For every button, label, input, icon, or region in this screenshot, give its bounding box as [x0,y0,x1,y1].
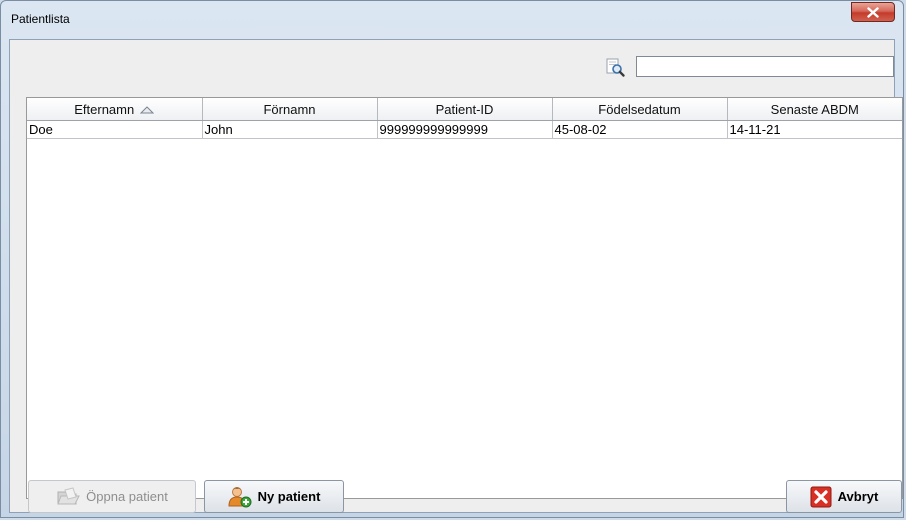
cancel-icon [810,486,832,508]
search-document-icon [606,58,625,77]
close-icon [867,6,879,18]
sort-ascending-icon [140,106,155,114]
title-bar: Patientlista [1,1,903,39]
open-patient-label: Öppna patient [86,489,168,504]
cell-fornamn[interactable]: John [202,120,378,139]
cell-patient-id[interactable]: 999999999999999 [377,120,553,139]
cell-senaste-abdm[interactable]: 14-11-21 [727,120,902,139]
cell-fodelsedatum[interactable]: 45-08-02 [552,120,728,139]
add-user-icon [228,486,252,508]
table-header-row: Efternamn Förnamn Patient-ID Födelsedatu… [27,98,902,121]
cancel-button[interactable]: Avbryt [786,480,902,513]
column-header-efternamn[interactable]: Efternamn [27,98,203,121]
column-header-senaste-abdm[interactable]: Senaste ABDM [727,98,902,121]
window-title: Patientlista [11,12,70,26]
column-header-fornamn[interactable]: Förnamn [202,98,378,121]
open-patient-button[interactable]: Öppna patient [28,480,196,513]
new-patient-button[interactable]: Ny patient [204,480,344,513]
cell-efternamn[interactable]: Doe [27,120,203,139]
open-folder-icon [56,486,80,507]
table-row[interactable]: Doe John 999999999999999 45-08-02 14-11-… [27,120,902,139]
cancel-label: Avbryt [837,489,879,504]
patient-table: Efternamn Förnamn Patient-ID Födelsedatu… [26,97,903,499]
new-patient-label: Ny patient [257,489,321,504]
column-header-fodelsedatum[interactable]: Födelsedatum [552,98,728,121]
patient-list-window: Patientlista Efternamn Förnamn Patient-I… [0,0,904,518]
search-input[interactable] [636,56,894,77]
close-button[interactable] [851,2,895,22]
dialog-content: Efternamn Förnamn Patient-ID Födelsedatu… [9,39,903,513]
column-header-patient-id[interactable]: Patient-ID [377,98,553,121]
